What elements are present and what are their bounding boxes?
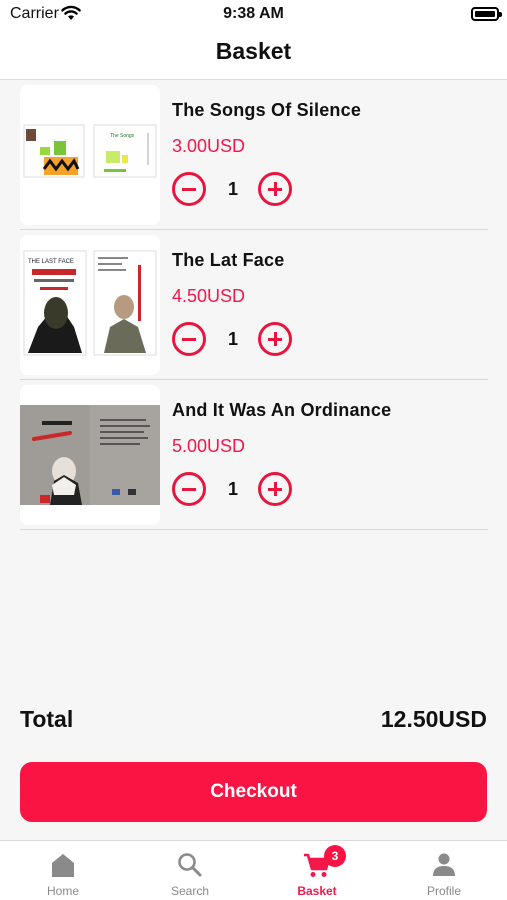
- quantity-stepper: 1: [172, 172, 302, 206]
- basket-item[interactable]: THE LAST FACE The Lat Face 4.50USD 1: [20, 230, 488, 380]
- status-time: 9:38 AM: [223, 5, 284, 22]
- book-cover-image: THE LAST FACE: [20, 235, 160, 375]
- checkout-button[interactable]: Checkout: [20, 762, 487, 822]
- total-value: 12.50USD: [380, 706, 487, 732]
- tab-basket[interactable]: 3 Basket: [254, 841, 380, 900]
- item-title: And It Was An Ordinance: [172, 400, 392, 420]
- minus-circle-icon: [182, 487, 196, 491]
- tab-search[interactable]: Search: [127, 841, 253, 900]
- quantity-value: 1: [227, 479, 238, 499]
- search-icon: [175, 851, 205, 879]
- decrease-quantity-button[interactable]: [172, 172, 206, 206]
- status-bar: Carrier 9:38 AM: [0, 0, 507, 30]
- quantity-value: 1: [227, 329, 238, 349]
- svg-text:THE LAST FACE: THE LAST FACE: [28, 259, 74, 265]
- tab-label: Search: [170, 884, 210, 898]
- person-icon: [429, 851, 459, 879]
- total-row: Total 12.50USD: [20, 702, 487, 736]
- item-price: 5.00USD: [172, 436, 246, 456]
- tab-bar: Home Search 3 Basket Profile: [0, 840, 507, 900]
- basket-count-badge: 3: [324, 845, 346, 867]
- quantity-stepper: 1: [172, 472, 302, 506]
- total-label: Total: [20, 706, 74, 732]
- minus-circle-icon: [182, 187, 196, 191]
- quantity-value: 1: [227, 179, 238, 199]
- item-price: 4.50USD: [172, 286, 246, 306]
- increase-quantity-button[interactable]: [258, 322, 292, 356]
- minus-circle-icon: [182, 337, 196, 341]
- basket-list: The Songs The Songs Of Silence 3.00USD 1…: [20, 80, 488, 530]
- book-cover-image: [20, 385, 160, 525]
- tab-label: Basket: [297, 884, 337, 898]
- tab-label: Home: [46, 884, 79, 898]
- decrease-quantity-button[interactable]: [172, 322, 206, 356]
- basket-item[interactable]: The Songs The Songs Of Silence 3.00USD 1: [20, 80, 488, 230]
- book-cover-image: The Songs: [20, 85, 160, 225]
- tab-home[interactable]: Home: [0, 841, 126, 900]
- item-price: 3.00USD: [172, 136, 246, 156]
- quantity-stepper: 1: [172, 322, 302, 356]
- item-title: The Songs Of Silence: [172, 100, 362, 120]
- battery-icon: [471, 7, 502, 21]
- increase-quantity-button[interactable]: [258, 472, 292, 506]
- increase-quantity-button[interactable]: [258, 172, 292, 206]
- svg-text:The Songs: The Songs: [110, 133, 135, 139]
- tab-label: Profile: [426, 884, 461, 898]
- home-icon: [48, 851, 78, 879]
- decrease-quantity-button[interactable]: [172, 472, 206, 506]
- tab-profile[interactable]: Profile: [381, 841, 507, 900]
- navigation-bar: Basket: [0, 30, 507, 80]
- basket-item[interactable]: And It Was An Ordinance 5.00USD 1: [20, 380, 488, 530]
- item-title: The Lat Face: [172, 250, 285, 270]
- page-title: Basket: [215, 38, 292, 64]
